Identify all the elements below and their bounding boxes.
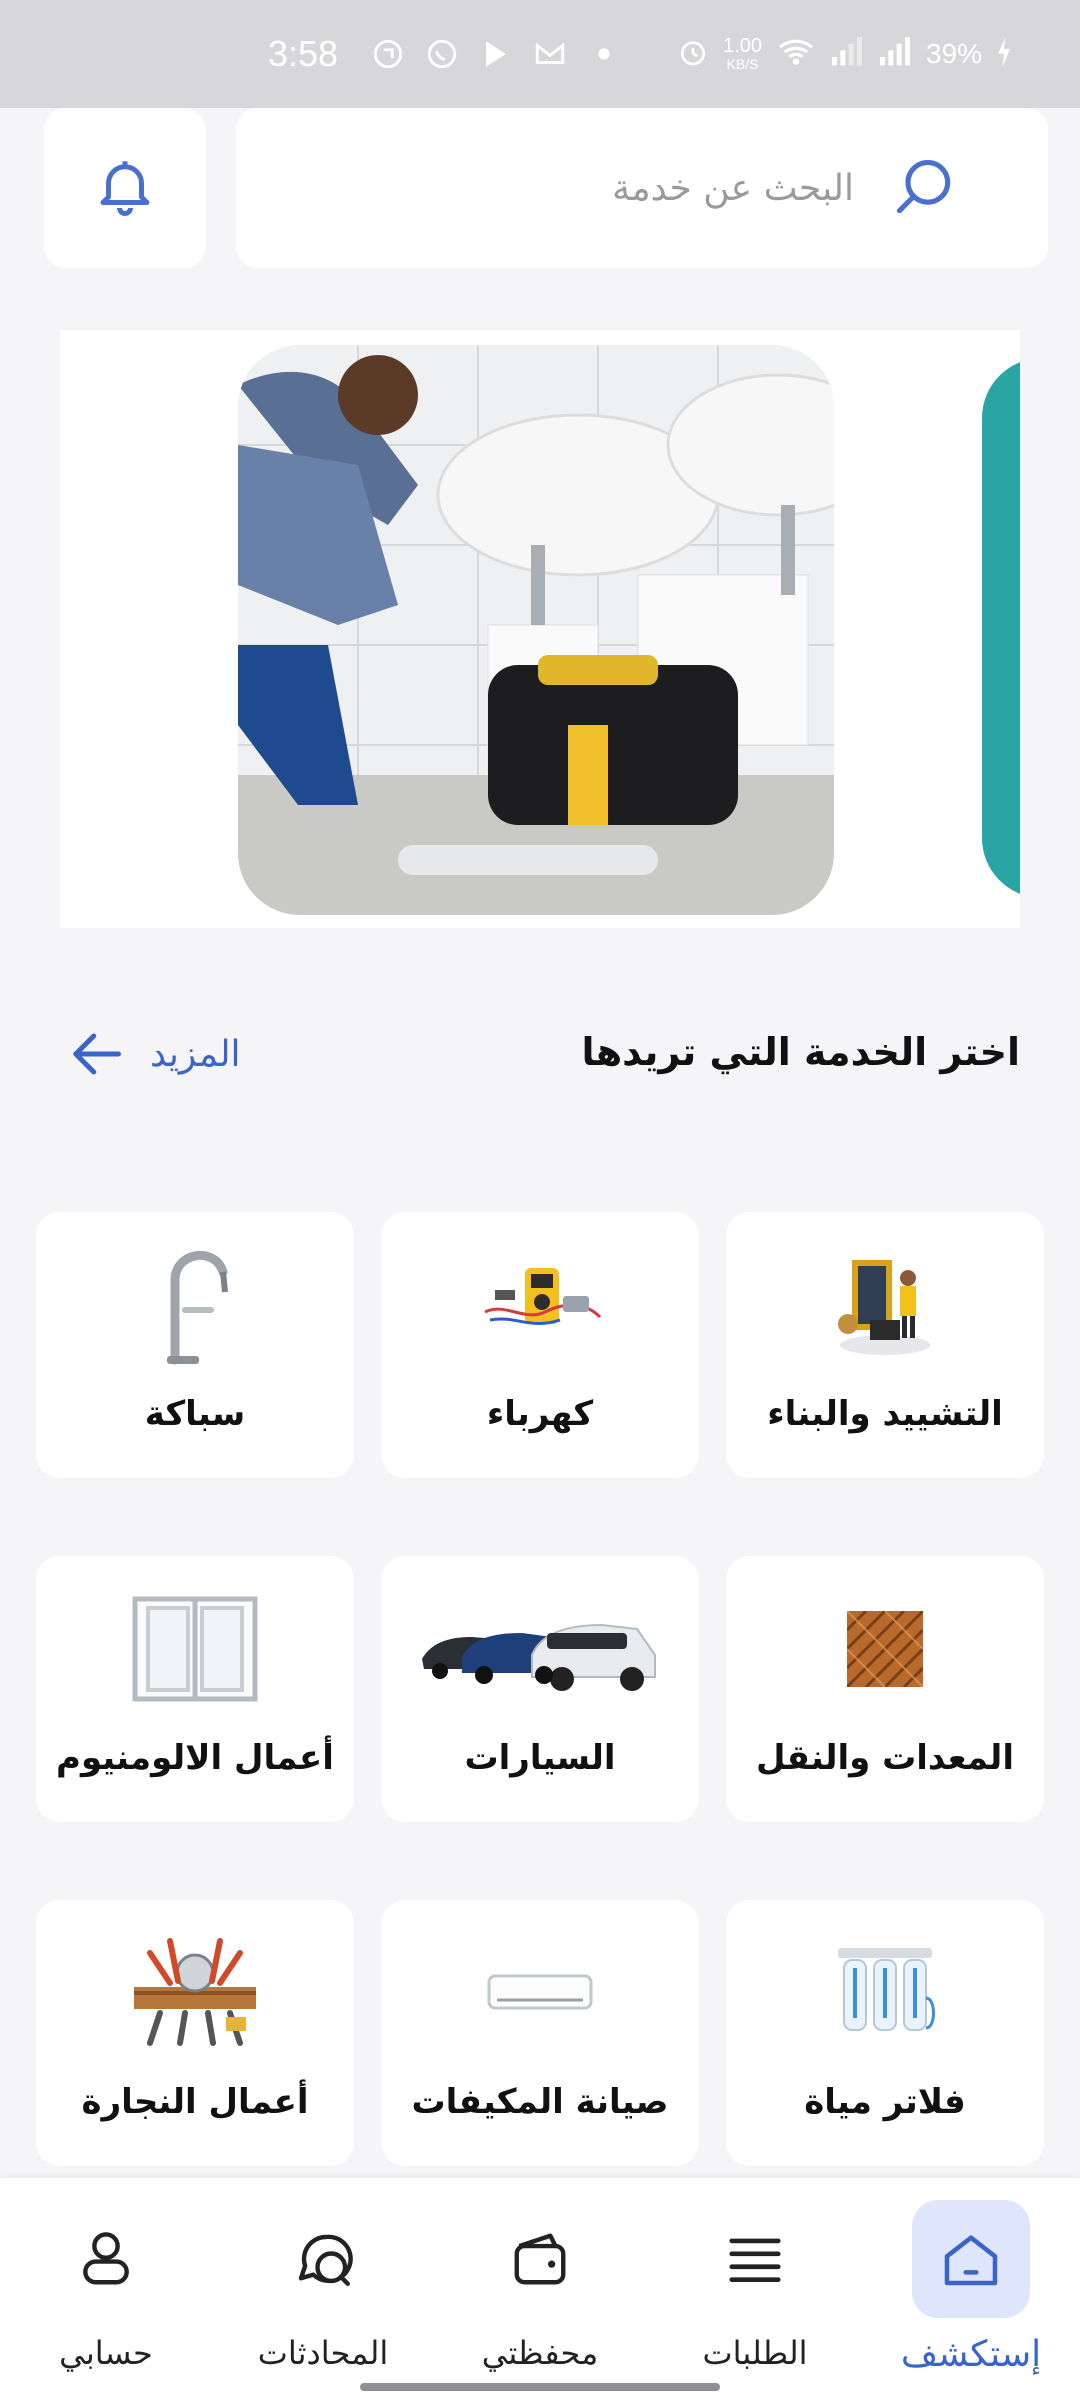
more-link[interactable]: المزيد — [68, 1028, 241, 1080]
home-icon — [912, 2200, 1030, 2318]
alarm-icon — [677, 36, 709, 72]
service-label: سباكة — [144, 1394, 246, 1434]
section-title: اختر الخدمة التي تريدها — [581, 1030, 1020, 1074]
chat-icon — [264, 2200, 382, 2318]
service-card-cars[interactable]: السيارات — [381, 1556, 699, 1822]
service-card-carpentry[interactable]: أعمال النجارة — [36, 1900, 354, 2166]
nav-chats[interactable]: المحادثات — [223, 2178, 423, 2400]
service-card-plumbing[interactable]: سباكة — [36, 1212, 354, 1478]
wallet-icon — [481, 2200, 599, 2318]
network-speed: 1.00 KB/S — [723, 36, 762, 72]
nav-account[interactable]: حسابي — [6, 2178, 206, 2400]
faucet-icon — [120, 1240, 270, 1370]
carpentry-tools-icon — [120, 1928, 270, 2058]
service-card-construction[interactable]: التشييد والبناء — [726, 1212, 1044, 1478]
nav-label: الطلبات — [702, 2334, 808, 2372]
network-speed-value: 1.00 — [723, 35, 762, 57]
nav-label: محفظتي — [481, 2334, 599, 2372]
arrow-left-icon — [68, 1028, 124, 1080]
whatsapp-icon — [424, 36, 460, 72]
service-label: فلاتر مياة — [804, 2082, 966, 2122]
service-label: أعمال النجارة — [81, 2082, 309, 2122]
search-bar[interactable] — [236, 108, 1048, 268]
nav-label: حسابي — [59, 2334, 153, 2372]
signal-icon-sim2 — [878, 37, 912, 71]
play-store-icon — [478, 36, 514, 72]
notifications-button[interactable] — [44, 108, 206, 268]
signal-icon-sim1 — [830, 37, 864, 71]
electrical-tools-icon — [465, 1240, 615, 1370]
aluminum-window-icon — [120, 1584, 270, 1714]
water-filter-icon — [810, 1928, 960, 2058]
service-label: التشييد والبناء — [767, 1394, 1003, 1434]
home-indicator — [360, 2383, 720, 2391]
nav-label: المحادثات — [257, 2334, 389, 2372]
wood-floor-icon — [810, 1584, 960, 1714]
service-card-water-filters[interactable]: فلاتر مياة — [726, 1900, 1044, 2166]
more-label: المزيد — [150, 1033, 241, 1075]
nav-explore[interactable]: إستكشف — [871, 2178, 1071, 2400]
dot-icon — [586, 36, 622, 72]
service-card-aluminum[interactable]: أعمال الالومنيوم — [36, 1556, 354, 1822]
bell-icon — [92, 153, 158, 223]
status-right: 1.00 KB/S 39% — [677, 0, 1012, 108]
service-label: كهرباء — [486, 1394, 594, 1434]
search-icon[interactable] — [890, 153, 960, 223]
construction-workers-icon — [810, 1240, 960, 1370]
nav-orders[interactable]: الطلبات — [655, 2178, 855, 2400]
battery-charging-icon — [996, 37, 1012, 71]
list-icon — [696, 2200, 814, 2318]
notification-icons — [370, 0, 622, 108]
promo-banner-carousel[interactable] — [60, 330, 1020, 928]
service-card-equipment-transport[interactable]: المعدات والنقل — [726, 1556, 1044, 1822]
status-time: 3:58 — [268, 33, 339, 74]
service-label: المعدات والنقل — [756, 1738, 1014, 1778]
service-card-electricity[interactable]: كهرباء — [381, 1212, 699, 1478]
status-bar: 3:58 1.00 KB/S 39% — [0, 0, 1080, 108]
nav-label: إستكشف — [900, 2334, 1042, 2375]
battery-percent: 39% — [925, 38, 982, 69]
service-label: أعمال الالومنيوم — [56, 1738, 334, 1778]
cars-icon — [420, 1584, 660, 1714]
bottom-navigation: إستكشف الطلبات محفظتي المحادثات حسابي — [0, 2178, 1080, 2400]
air-conditioner-icon — [465, 1928, 615, 2058]
whatsapp-business-icon — [370, 36, 406, 72]
next-banner-peek[interactable] — [982, 358, 1020, 898]
gmail-icon — [532, 36, 568, 72]
user-icon — [47, 2200, 165, 2318]
service-card-ac-maintenance[interactable]: صيانة المكيفات — [381, 1900, 699, 2166]
service-label: السيارات — [464, 1738, 616, 1778]
network-speed-unit: KB/S — [726, 56, 759, 72]
plumber-banner-image[interactable] — [238, 345, 834, 915]
service-label: صيانة المكيفات — [411, 2082, 669, 2122]
wifi-icon — [776, 36, 816, 72]
search-input[interactable] — [354, 167, 854, 209]
nav-wallet[interactable]: محفظتي — [440, 2178, 640, 2400]
